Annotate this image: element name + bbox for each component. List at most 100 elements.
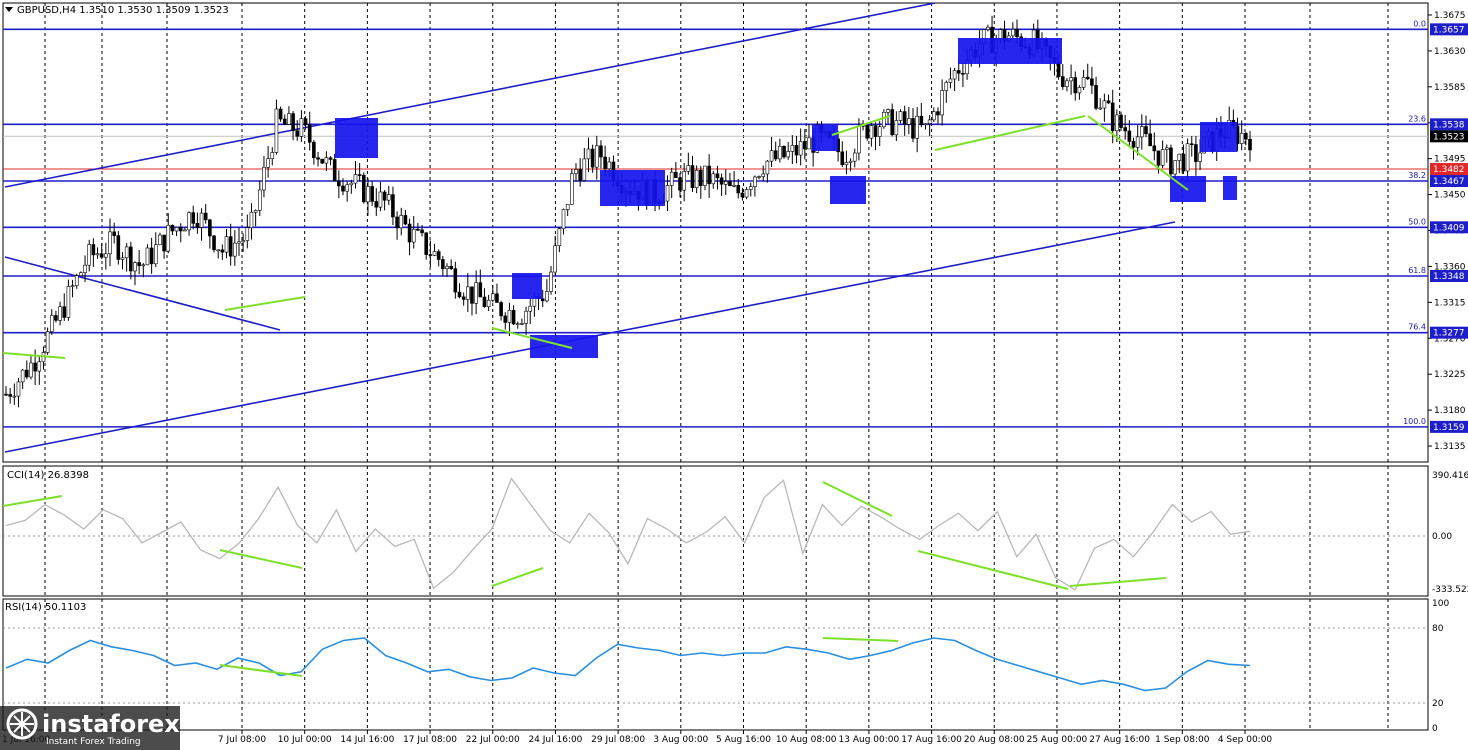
candle-body — [1081, 76, 1086, 88]
candle-body — [1140, 126, 1144, 138]
candle-body — [570, 173, 574, 205]
candle-body — [482, 296, 487, 308]
price-tick-label: 1.3315 — [1434, 298, 1466, 308]
candle-body — [104, 253, 108, 258]
candle-body — [116, 235, 121, 260]
candle-body — [120, 257, 125, 260]
candle-body — [790, 145, 795, 152]
candle-body — [195, 223, 200, 228]
candle-body — [436, 251, 441, 260]
candle-body — [520, 323, 524, 325]
logo-tagline: Instant Forex Trading — [46, 737, 141, 747]
candle-body — [699, 170, 703, 186]
rsi-level-label: 0 — [1432, 724, 1438, 734]
candle-body — [1248, 138, 1252, 151]
candle-body — [274, 108, 279, 153]
candle-body — [703, 165, 707, 186]
candle-body — [1056, 62, 1061, 77]
candle-body — [441, 259, 445, 269]
candle-body — [99, 253, 104, 258]
candle-body — [757, 176, 761, 178]
candle-body — [432, 251, 437, 256]
candle-body — [898, 111, 903, 121]
candle-body — [761, 173, 766, 177]
candle-body — [495, 293, 499, 303]
candle-body — [1085, 76, 1090, 80]
candle-body — [58, 306, 62, 321]
candle-body — [886, 109, 890, 113]
fib-ratio-label: 23.6 — [1408, 114, 1426, 123]
panel-frame-0 — [2, 2, 1429, 463]
candle-body — [607, 161, 612, 170]
candle-body — [25, 369, 29, 378]
fib-ratio-label: 61.8 — [1408, 266, 1426, 275]
candle-body — [986, 26, 990, 30]
signal-marker-box — [958, 38, 1062, 64]
candle-body — [253, 210, 258, 213]
candle-body — [445, 266, 449, 269]
chart-canvas[interactable]: 0.0 23.6 38.2 50.0 61.8 76.4 100.0 1.3675 1.363… — [0, 0, 1468, 750]
candle-body — [748, 186, 753, 190]
candle-body — [1077, 87, 1082, 94]
time-tick-label: 24 Jul 16:00 — [528, 735, 582, 745]
time-tick-label: 10 Jul 00:00 — [278, 735, 332, 745]
candle-body — [149, 247, 154, 265]
candle-body — [395, 216, 399, 229]
candle-body — [690, 165, 695, 188]
candle-body — [166, 224, 171, 252]
candle-body — [944, 82, 949, 91]
candle-body — [540, 298, 545, 302]
fib-price-tag: 1.3348 — [1433, 272, 1465, 282]
candle-body — [507, 310, 512, 323]
candle-body — [911, 118, 915, 139]
candle-body — [1106, 100, 1111, 104]
candle-body — [199, 212, 204, 228]
candle-body — [170, 224, 175, 232]
candle-body — [453, 268, 458, 293]
candle-body — [1173, 160, 1177, 175]
candle-body — [129, 246, 133, 272]
candle-body — [736, 185, 741, 194]
candle-body — [715, 173, 720, 179]
candle-body — [233, 242, 237, 257]
candle-body — [1189, 143, 1194, 146]
candle-body — [890, 109, 894, 136]
candle-body — [1098, 107, 1103, 110]
candle-body — [557, 228, 562, 247]
candle-body — [316, 157, 320, 160]
candle-body — [553, 245, 557, 273]
candle-body — [12, 395, 17, 398]
rsi-title: RSI(14) 50.1103 — [5, 602, 86, 613]
signal-marker-box — [830, 176, 866, 204]
candle-body — [391, 194, 395, 218]
candle-body — [312, 141, 316, 158]
candle-body — [882, 111, 886, 128]
time-tick-label: 25 Aug 00:00 — [1027, 735, 1088, 745]
signal-marker-box — [335, 118, 378, 158]
candle-body — [961, 72, 965, 75]
candle-body — [1164, 147, 1169, 150]
candle-body — [33, 362, 37, 372]
fib-ratio-label: 50.0 — [1408, 217, 1426, 226]
candle-body — [208, 219, 212, 237]
candle-body — [87, 244, 92, 266]
candle-body — [74, 275, 79, 286]
candle-body — [1011, 29, 1015, 37]
candle-body — [728, 181, 732, 186]
instaforex-logo: instaforex Instant Forex Trading — [0, 706, 180, 750]
candle-body — [1244, 132, 1248, 140]
candle-body — [1148, 133, 1152, 147]
candle-body — [907, 118, 911, 125]
candle-body — [332, 159, 337, 182]
candle-body — [378, 191, 383, 208]
candle-body — [528, 305, 533, 312]
candle-body — [257, 189, 262, 211]
candle-body — [328, 157, 333, 160]
candle-body — [108, 231, 112, 255]
candle-body — [807, 137, 811, 150]
candle-body — [83, 264, 87, 274]
time-tick-label: 29 Jul 08:00 — [591, 735, 645, 745]
candle-body — [478, 282, 483, 298]
red-level-tag: 1.3482 — [1433, 165, 1465, 175]
candle-body — [307, 124, 312, 143]
